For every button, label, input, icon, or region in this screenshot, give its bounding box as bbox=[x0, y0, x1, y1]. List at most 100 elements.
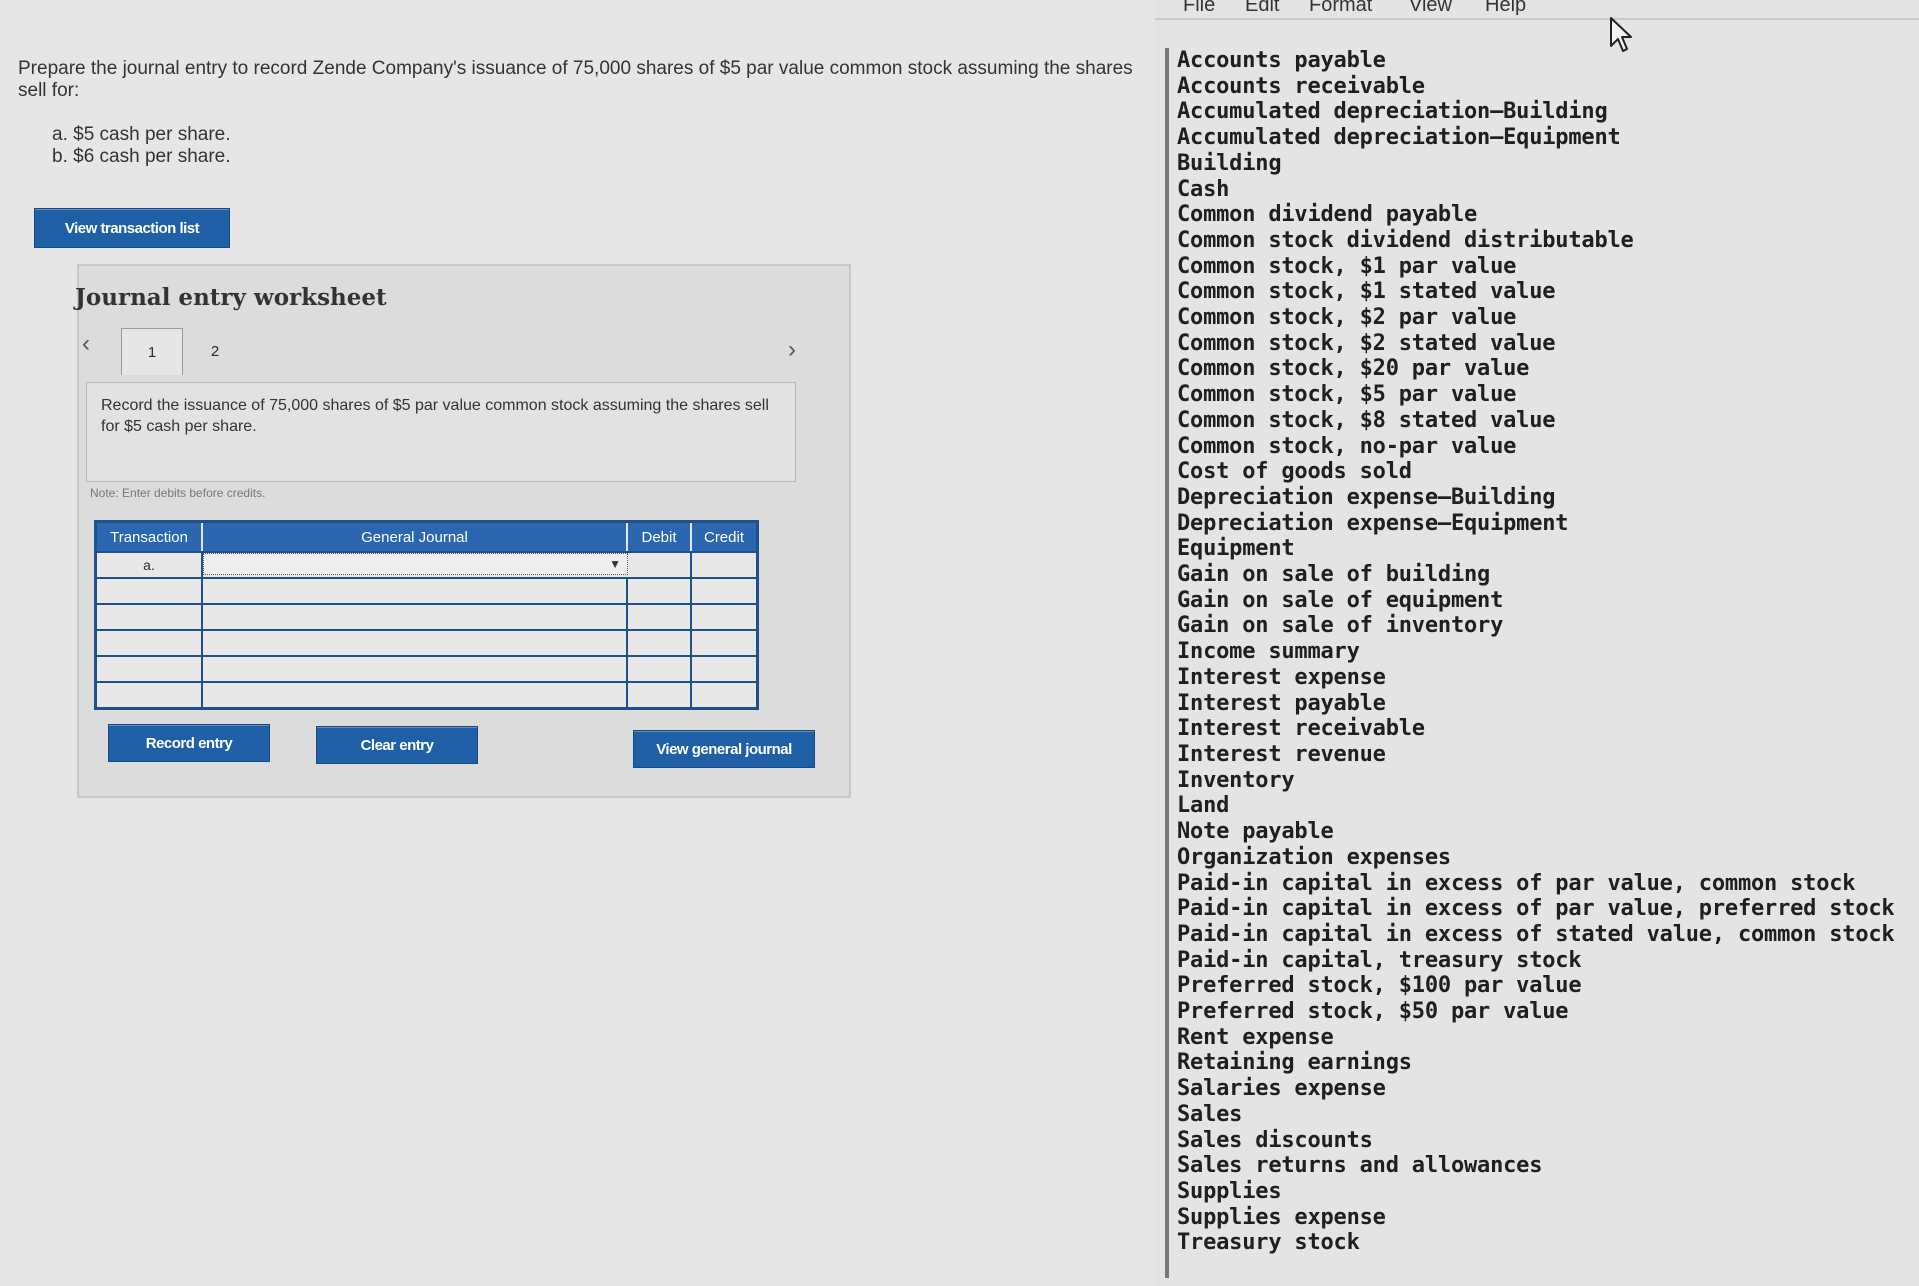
tab-1[interactable]: 1 bbox=[121, 328, 183, 375]
chevron-right-icon[interactable]: › bbox=[788, 336, 796, 364]
list-item: Common stock, $5 par value bbox=[1177, 382, 1517, 408]
debit-input[interactable] bbox=[628, 683, 692, 707]
question-options: a. $5 cash per share. b. $6 cash per sha… bbox=[52, 124, 231, 168]
debit-input[interactable] bbox=[628, 553, 692, 577]
chart-of-accounts-list: Accounts payable Accounts receivable Accum… bbox=[1165, 48, 1919, 1278]
list-item: Interest revenue bbox=[1177, 741, 1386, 767]
account-cell[interactable] bbox=[203, 579, 628, 603]
list-item: Inventory bbox=[1177, 767, 1295, 793]
list-item: Supplies expense bbox=[1177, 1204, 1386, 1230]
list-item: Income summary bbox=[1177, 639, 1360, 665]
list-item: Equipment bbox=[1177, 536, 1295, 562]
list-item: Common stock, $20 par value bbox=[1177, 356, 1530, 382]
credit-input[interactable] bbox=[692, 657, 756, 681]
transaction-cell bbox=[97, 657, 203, 681]
table-row bbox=[97, 577, 756, 603]
menu-file[interactable]: File bbox=[1183, 0, 1215, 17]
list-item: Common stock, $1 par value bbox=[1177, 253, 1517, 279]
list-item: Sales discounts bbox=[1177, 1127, 1373, 1153]
menu-view[interactable]: View bbox=[1409, 0, 1452, 17]
list-item: Interest expense bbox=[1177, 664, 1386, 690]
record-entry-button[interactable]: Record entry bbox=[108, 724, 270, 762]
list-item: Note payable bbox=[1177, 819, 1334, 845]
transaction-cell bbox=[97, 683, 203, 707]
list-item: Sales bbox=[1177, 1101, 1243, 1127]
list-item: Interest payable bbox=[1177, 690, 1386, 716]
mouse-pointer-icon bbox=[1610, 17, 1632, 52]
list-item: Accumulated depreciation—Equipment bbox=[1177, 125, 1621, 151]
list-item: Supplies bbox=[1177, 1178, 1282, 1204]
list-item: Sales returns and allowances bbox=[1177, 1153, 1543, 1179]
list-item: Preferred stock, $100 par value bbox=[1177, 973, 1582, 999]
list-item: Common stock, no-par value bbox=[1177, 433, 1517, 459]
transaction-cell bbox=[97, 605, 203, 629]
list-item: Common stock dividend distributable bbox=[1177, 227, 1634, 253]
menu-format[interactable]: Format bbox=[1309, 0, 1372, 17]
option-a: a. $5 cash per share. bbox=[52, 124, 231, 145]
view-transaction-list-button[interactable]: View transaction list bbox=[34, 208, 230, 248]
list-item: Accumulated depreciation—Building bbox=[1177, 99, 1608, 125]
credit-input[interactable] bbox=[692, 579, 756, 603]
list-item: Land bbox=[1177, 793, 1230, 819]
table-row bbox=[97, 681, 756, 707]
option-b: b. $6 cash per share. bbox=[52, 146, 231, 167]
list-item: Common stock, $1 stated value bbox=[1177, 279, 1556, 305]
account-select[interactable]: ▼ bbox=[203, 553, 628, 575]
list-item: Common stock, $2 par value bbox=[1177, 305, 1517, 331]
list-item: Depreciation expense—Building bbox=[1177, 484, 1556, 510]
header-credit: Credit bbox=[703, 528, 744, 546]
transaction-cell bbox=[97, 579, 203, 603]
tab-2[interactable]: 2 bbox=[200, 336, 230, 366]
menu-help[interactable]: Help bbox=[1485, 0, 1526, 17]
list-item: Treasury stock bbox=[1177, 1230, 1360, 1256]
table-row bbox=[97, 629, 756, 655]
list-item: Accounts payable bbox=[1177, 48, 1386, 73]
list-item: Paid-in capital, treasury stock bbox=[1177, 947, 1582, 973]
worksheet-title: Journal entry worksheet bbox=[75, 284, 387, 311]
table-row: a. ▼ bbox=[97, 551, 756, 577]
list-item: Paid-in capital in excess of par value, … bbox=[1177, 896, 1895, 922]
worksheet-instruction: Record the issuance of 75,000 shares of … bbox=[86, 382, 796, 482]
list-item: Gain on sale of equipment bbox=[1177, 587, 1504, 613]
list-item: Cost of goods sold bbox=[1177, 459, 1412, 485]
list-item: Common dividend payable bbox=[1177, 202, 1478, 228]
list-item: Paid-in capital in excess of par value, … bbox=[1177, 870, 1856, 896]
menu-edit[interactable]: Edit bbox=[1245, 0, 1279, 17]
dropdown-arrow-icon: ▼ bbox=[609, 557, 621, 571]
account-cell[interactable] bbox=[203, 631, 628, 655]
credit-input[interactable] bbox=[692, 553, 756, 577]
view-general-journal-button[interactable]: View general journal bbox=[633, 730, 815, 768]
table-row bbox=[97, 655, 756, 681]
debit-input[interactable] bbox=[628, 579, 692, 603]
transaction-cell bbox=[97, 631, 203, 655]
list-item: Gain on sale of inventory bbox=[1177, 613, 1504, 639]
list-item: Organization expenses bbox=[1177, 844, 1451, 870]
credit-input[interactable] bbox=[692, 683, 756, 707]
list-item: Paid-in capital in excess of stated valu… bbox=[1177, 921, 1895, 947]
chevron-left-icon[interactable]: ‹ bbox=[82, 330, 90, 358]
transaction-cell: a. bbox=[97, 553, 203, 577]
account-cell[interactable] bbox=[203, 683, 628, 707]
list-item: Depreciation expense—Equipment bbox=[1177, 510, 1569, 536]
debit-input[interactable] bbox=[628, 605, 692, 629]
debit-input[interactable] bbox=[628, 631, 692, 655]
clear-entry-button[interactable]: Clear entry bbox=[316, 726, 478, 764]
list-item: Building bbox=[1177, 150, 1282, 176]
header-general-journal: General Journal bbox=[203, 523, 628, 551]
list-item: Cash bbox=[1177, 176, 1230, 202]
general-journal-table: Transaction General Journal Debit Credit… bbox=[94, 520, 759, 710]
account-cell[interactable] bbox=[203, 657, 628, 681]
list-item: Accounts receivable bbox=[1177, 73, 1425, 99]
list-item: Rent expense bbox=[1177, 1024, 1334, 1050]
header-debit: Debit bbox=[628, 523, 692, 551]
header-transaction: Transaction bbox=[97, 523, 203, 551]
list-item: Common stock, $8 stated value bbox=[1177, 407, 1556, 433]
list-item: Retaining earnings bbox=[1177, 1050, 1412, 1076]
list-item: Preferred stock, $50 par value bbox=[1177, 999, 1569, 1025]
journal-header: Transaction General Journal Debit Credit bbox=[97, 523, 756, 551]
account-cell[interactable] bbox=[203, 605, 628, 629]
list-item: Interest receivable bbox=[1177, 716, 1425, 742]
credit-input[interactable] bbox=[692, 605, 756, 629]
debit-input[interactable] bbox=[628, 657, 692, 681]
credit-input[interactable] bbox=[692, 631, 756, 655]
